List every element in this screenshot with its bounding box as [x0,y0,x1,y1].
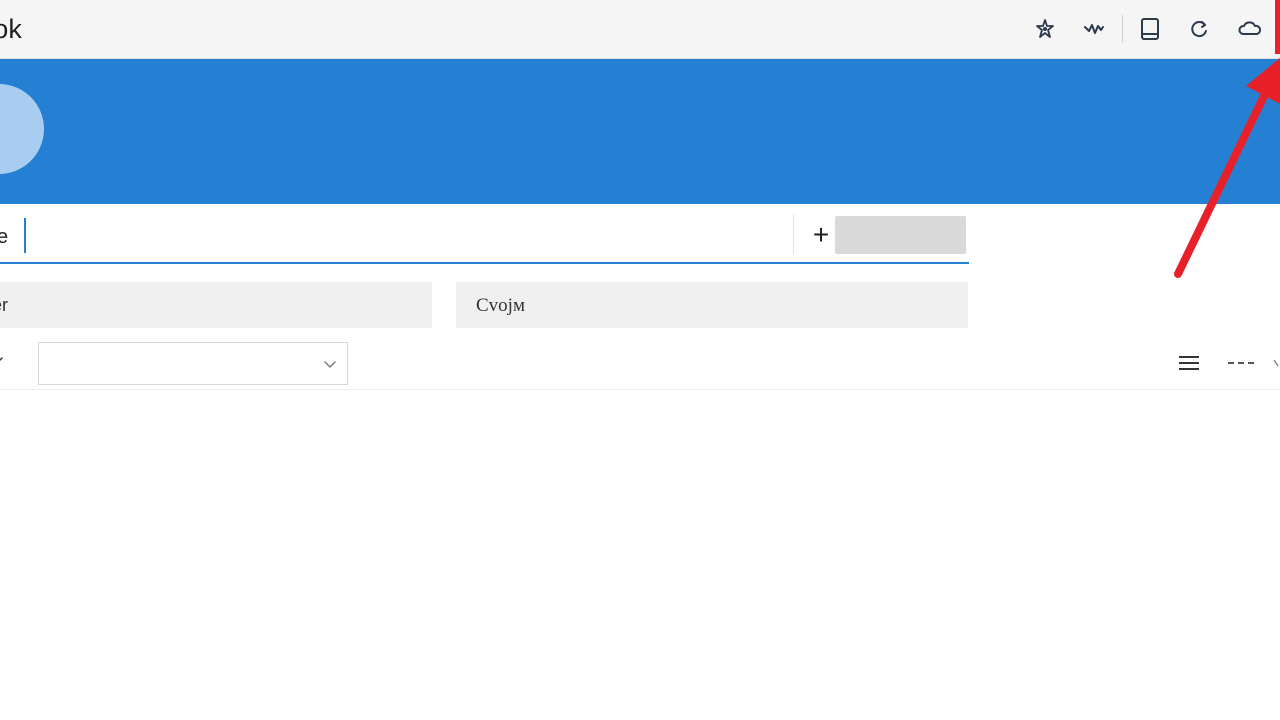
overflow-chevron-icon[interactable] [1272,356,1280,370]
right-input-text: Cvojм [476,295,525,316]
profile-banner [0,59,1280,204]
star-settings-icon[interactable] [1033,17,1057,41]
text-cursor [24,218,26,253]
wave-icon[interactable] [1082,17,1106,41]
left-input-text: er [0,295,9,315]
name-field-label: e [0,226,9,248]
sync-icon[interactable] [1187,17,1211,41]
list-view-icon[interactable] [1177,352,1201,374]
more-options-icon[interactable] [1226,352,1260,374]
chevron-icon[interactable] [0,350,10,370]
close-button-edge[interactable] [1275,0,1280,54]
notebook-icon[interactable] [1138,17,1162,41]
add-field-placeholder[interactable] [835,216,966,254]
app-title: ook [0,14,23,44]
filter-row [0,340,1280,390]
left-input-field[interactable]: er [0,282,432,328]
app-window: ook [0,0,1280,720]
avatar[interactable] [0,84,44,174]
name-field[interactable]: e + [0,214,969,264]
field-separator [793,214,794,254]
dropdown-select[interactable] [38,342,348,385]
chevron-down-icon [324,361,336,368]
toolbar-divider [1122,15,1123,43]
title-bar: ook [0,0,1280,59]
add-button[interactable]: + [806,218,836,252]
add-icon: + [812,219,830,250]
cloud-icon[interactable] [1238,17,1262,41]
right-input-field[interactable]: Cvojм [456,282,968,328]
